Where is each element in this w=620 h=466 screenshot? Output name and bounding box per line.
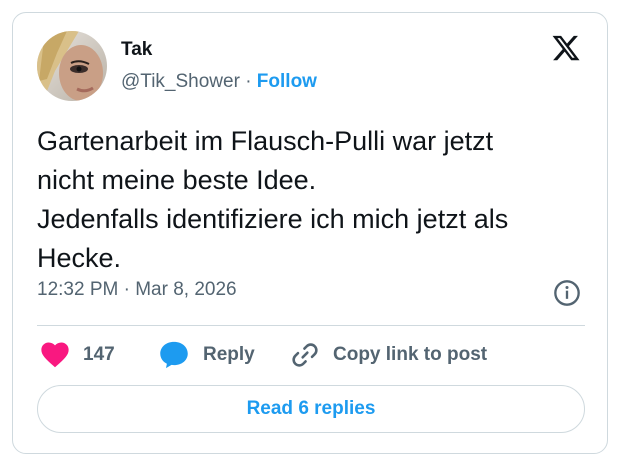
avatar[interactable] — [37, 31, 107, 101]
reply-button[interactable]: Reply — [159, 337, 255, 373]
heart-icon — [41, 342, 69, 368]
tweet-text-line: Jedenfalls identifiziere ich mich jetzt … — [37, 204, 509, 234]
speech-bubble-icon — [160, 341, 188, 369]
read-replies-label: Read 6 replies — [246, 398, 376, 419]
author-handle[interactable]: @Tik_Shower — [121, 71, 240, 92]
divider — [37, 325, 585, 326]
reply-label: Reply — [203, 344, 255, 365]
author-name[interactable]: Tak — [121, 39, 152, 61]
avatar-image — [37, 31, 107, 101]
copy-link-label: Copy link to post — [333, 344, 488, 365]
x-logo-icon[interactable] — [550, 33, 582, 63]
tweet-text-line: Hecke. — [37, 243, 122, 273]
like-button[interactable]: 147 — [41, 337, 115, 373]
tweet-timestamp[interactable]: 12:32 PM · Mar 8, 2026 — [37, 279, 237, 301]
read-replies-button[interactable]: Read 6 replies — [37, 385, 585, 433]
follow-link[interactable]: Follow — [257, 71, 317, 92]
tweet-text: Gartenarbeit im Flausch-Pulli war jetzt … — [37, 122, 587, 278]
tweet-text-line: nicht meine beste Idee. — [37, 165, 317, 195]
link-icon — [292, 343, 318, 367]
separator-dot: · — [245, 71, 252, 92]
author-handle-row: @Tik_Shower · Follow — [121, 71, 317, 93]
like-count: 147 — [83, 344, 115, 365]
tweet-text-line: Gartenarbeit im Flausch-Pulli war jetzt — [37, 126, 494, 156]
copy-link-button[interactable]: Copy link to post — [291, 337, 487, 373]
info-icon[interactable] — [553, 279, 581, 307]
tweet-card: Tak @Tik_Shower · Follow Gartenarbeit im… — [12, 12, 608, 454]
